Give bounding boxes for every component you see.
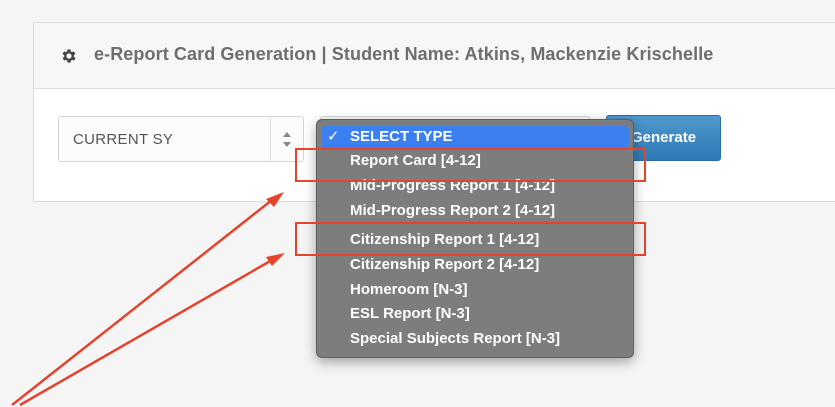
- arrowhead-lower-icon: [266, 253, 285, 266]
- arrow-line-lower: [19, 258, 273, 407]
- annotation-arrows: [11, 192, 285, 407]
- arrow-line-upper: [11, 199, 273, 406]
- arrowhead-upper-icon: [266, 192, 284, 207]
